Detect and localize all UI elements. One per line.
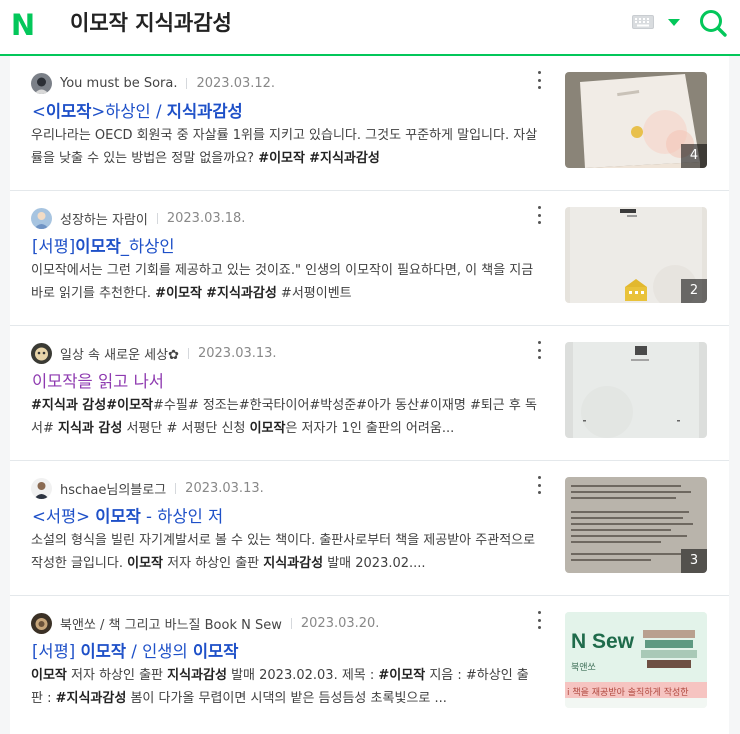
result-item[interactable]: 일상 속 새로운 세상✿ 2023.03.13. 이모작을 읽고 나서 #지식과…: [10, 326, 729, 461]
more-icon[interactable]: [533, 71, 545, 89]
result-meta: 성장하는 자람이 2023.03.18.: [31, 206, 245, 230]
image-count-badge: 4: [681, 144, 707, 168]
post-date: 2023.03.12.: [196, 75, 276, 91]
post-date: 2023.03.20.: [300, 615, 380, 631]
result-description: 이모작에서는 그런 기회를 제공하고 있는 것이죠." 인생의 이모작이 필요하…: [31, 263, 534, 301]
result-thumbnail[interactable]: 2: [565, 207, 707, 303]
results-list: You must be Sora. 2023.03.12. <이모작>하상인 /…: [10, 56, 729, 734]
avatar[interactable]: [31, 207, 52, 229]
author-name[interactable]: 북앤쏘 / 책 그리고 바느질 Book N Sew: [60, 614, 282, 633]
result-title[interactable]: 이모작을 읽고 나서: [32, 370, 164, 394]
result-thumbnail[interactable]: [565, 342, 707, 438]
result-meta: 북앤쏘 / 책 그리고 바느질 Book N Sew 2023.03.20.: [31, 611, 379, 635]
more-icon[interactable]: [533, 611, 545, 629]
book-cover-image: [565, 342, 707, 438]
result-description: 이모작 저자 하상인 출판 지식과감성 발매 2023.02.03. 제목 : …: [31, 668, 529, 706]
result-item[interactable]: 북앤쏘 / 책 그리고 바느질 Book N Sew 2023.03.20. […: [10, 596, 729, 731]
meta-divider: [156, 212, 158, 224]
meta-divider: [175, 482, 177, 494]
result-item[interactable]: hschae님의블로그 2023.03.13. <서평> 이모작 - 하상인 저…: [10, 461, 729, 596]
banner-title: N Sew: [571, 630, 635, 653]
search-query-text[interactable]: 이모작 지식과감성: [70, 9, 232, 37]
author-name[interactable]: You must be Sora.: [60, 76, 177, 91]
image-count-badge: 3: [681, 549, 707, 573]
banner-caption: i 책을 재공받아 솔직하게 작성한: [567, 688, 689, 698]
post-date: 2023.03.18.: [166, 210, 246, 226]
result-thumbnail[interactable]: N Sew 북앤쏘 i 책을 재공받아 솔직하게 작성한: [565, 612, 707, 708]
result-item[interactable]: 성장하는 자람이 2023.03.18. [서평]이모작_하상인 이모작에서는 …: [10, 191, 729, 326]
result-meta: You must be Sora. 2023.03.12.: [31, 71, 275, 95]
result-title[interactable]: [서평] 이모작 / 인생의 이모작: [32, 640, 238, 664]
meta-divider: [290, 617, 292, 629]
image-count-badge: 2: [681, 279, 707, 303]
search-icon[interactable]: [698, 8, 728, 38]
author-name[interactable]: 성장하는 자람이: [60, 209, 148, 228]
avatar[interactable]: [31, 72, 52, 94]
result-description: 소설의 형식을 빌린 자기계발서로 볼 수 있는 책이다. 출판사로부터 책을 …: [31, 533, 536, 571]
more-icon[interactable]: [533, 476, 545, 494]
result-title[interactable]: [서평]이모작_하상인: [32, 235, 175, 259]
avatar[interactable]: [31, 612, 52, 634]
dropdown-caret-icon[interactable]: [667, 17, 681, 27]
more-icon[interactable]: [533, 341, 545, 359]
naver-logo[interactable]: N: [9, 11, 37, 40]
keyboard-icon[interactable]: [632, 15, 654, 29]
result-meta: hschae님의블로그 2023.03.13.: [31, 476, 264, 500]
author-name[interactable]: 일상 속 새로운 세상✿: [60, 344, 179, 363]
result-title[interactable]: <이모작>하상인 / 지식과감성: [32, 100, 243, 124]
result-item[interactable]: You must be Sora. 2023.03.12. <이모작>하상인 /…: [10, 56, 729, 191]
meta-divider: [186, 77, 188, 89]
post-date: 2023.03.13.: [197, 345, 277, 361]
author-name[interactable]: hschae님의블로그: [60, 479, 166, 498]
more-icon[interactable]: [533, 206, 545, 224]
post-date: 2023.03.13.: [185, 480, 264, 496]
banner-subtitle: 북앤쏘: [571, 663, 596, 673]
result-meta: 일상 속 새로운 세상✿ 2023.03.13.: [31, 341, 277, 365]
result-description: #지식과 감성#이모작#수필# 정조는#한국타이어#박성준#아가 동산#이재명 …: [31, 398, 537, 436]
avatar[interactable]: [31, 477, 52, 499]
result-description: 우리나라는 OECD 회원국 중 자살률 1위를 지키고 있습니다. 그것도 꾸…: [31, 128, 538, 166]
meta-divider: [187, 347, 189, 359]
result-title[interactable]: <서평> 이모작 - 하상인 저: [32, 505, 223, 529]
avatar[interactable]: [31, 342, 52, 364]
search-header: N 이모작 지식과감성: [0, 0, 740, 56]
result-thumbnail[interactable]: 4: [565, 72, 707, 168]
result-thumbnail[interactable]: 3: [565, 477, 707, 573]
